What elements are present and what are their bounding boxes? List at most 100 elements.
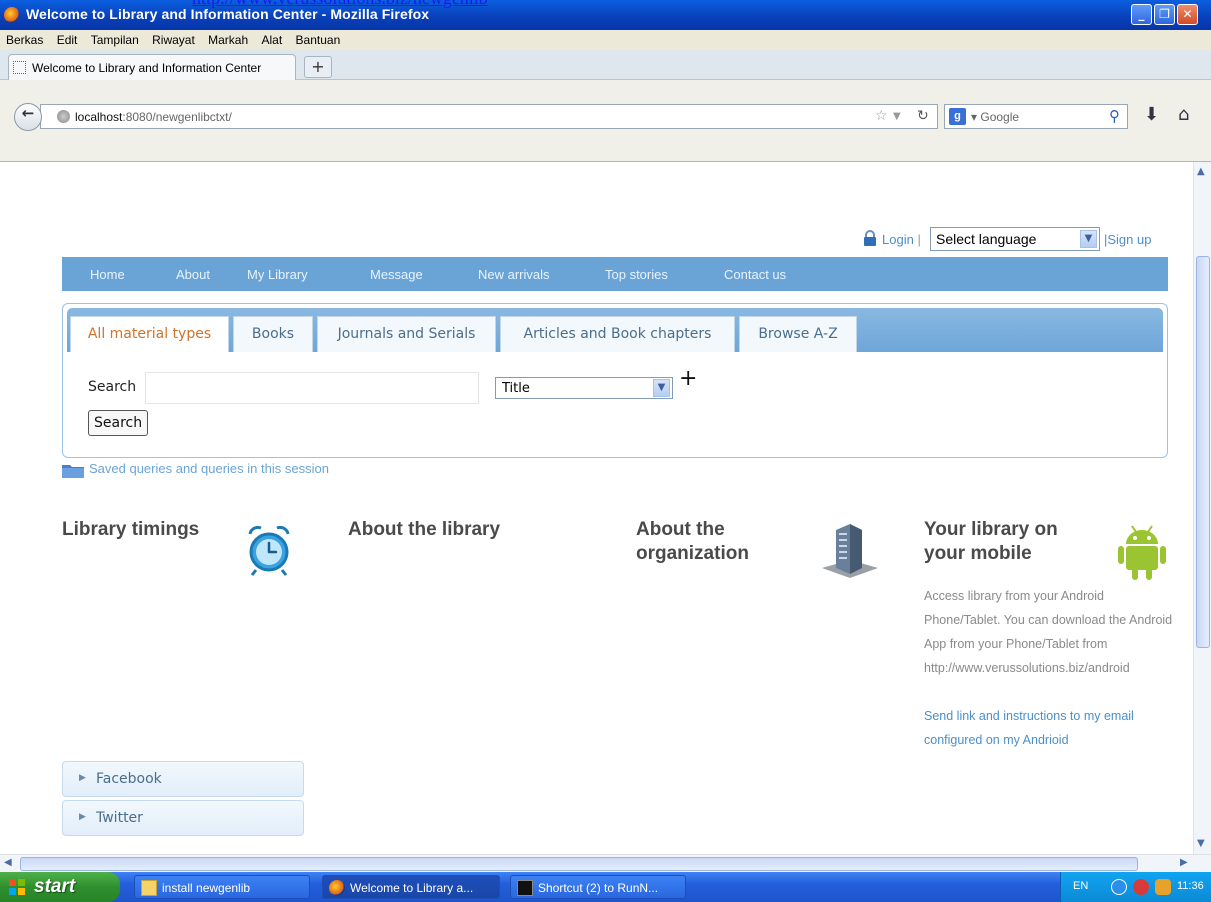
search-panel: All material types Books Journals and Se… (62, 303, 1168, 458)
triangle-right-icon: ▶ (79, 773, 86, 783)
scroll-right-icon[interactable]: ▶ (1180, 857, 1188, 868)
search-input[interactable] (145, 372, 479, 404)
tray-language[interactable]: EN (1073, 880, 1088, 892)
tab-articles-and-book-chapters[interactable]: Articles and Book chapters (500, 316, 735, 352)
search-bar[interactable]: g ▾ Google ⚲ (944, 104, 1128, 129)
folder-icon (141, 880, 157, 896)
scroll-left-icon[interactable]: ◀ (4, 857, 12, 868)
new-tab-button[interactable]: + (304, 56, 332, 78)
start-button[interactable]: start (0, 872, 120, 902)
add-search-field-button[interactable]: + (679, 366, 697, 391)
building-icon (822, 524, 878, 578)
scroll-down-icon[interactable]: ▼ (1197, 838, 1205, 849)
facebook-label: Facebook (96, 771, 162, 787)
menu-berkas[interactable]: Berkas (6, 30, 43, 50)
search-tab-strip: All material types Books Journals and Se… (67, 308, 1163, 352)
chevron-down-icon: ▼ (653, 379, 670, 397)
twitter-label: Twitter (96, 810, 143, 826)
scroll-up-icon[interactable]: ▲ (1197, 166, 1205, 177)
send-link-android[interactable]: Send link and instructions to my email c… (924, 704, 1154, 752)
vertical-scrollbar[interactable]: ▲ ▼ (1193, 162, 1211, 854)
library-mobile-title: Your library on your mobile (924, 519, 1058, 564)
home-icon[interactable]: ⌂ (1178, 104, 1189, 125)
minimize-button[interactable]: _ (1131, 4, 1152, 25)
nav-my-library[interactable]: My Library (247, 267, 308, 282)
twitter-accordion[interactable]: ▶ Twitter (62, 800, 304, 836)
system-tray: EN 11:36 (1060, 872, 1211, 902)
windows-flag-icon (9, 879, 25, 895)
tab-journals-and-serials[interactable]: Journals and Serials (317, 316, 496, 352)
tab-browse-a-z[interactable]: Browse A-Z (739, 316, 857, 352)
back-button[interactable]: ← (14, 103, 42, 131)
scroll-thumb[interactable] (20, 857, 1138, 871)
menu-bantuan[interactable]: Bantuan (296, 30, 341, 50)
maximize-button[interactable]: ❐ (1154, 4, 1175, 25)
tab-books[interactable]: Books (233, 316, 313, 352)
chevron-down-icon: ▼ (1080, 230, 1097, 248)
nav-home[interactable]: Home (90, 267, 125, 282)
search-field-select[interactable]: Title ▼ (495, 377, 673, 399)
task-install-newgenlib[interactable]: install newgenlib (134, 875, 310, 899)
tray-users-icon[interactable] (1155, 879, 1171, 895)
lock-icon (864, 230, 876, 246)
task-firefox[interactable]: Welcome to Library a... (322, 875, 500, 899)
tray-shield-icon[interactable] (1133, 879, 1149, 895)
browser-tab-bar: Welcome to Library and Information Cente… (0, 50, 1211, 80)
url-text: localhost:8080/newgenlibctxt/ (75, 110, 232, 124)
google-icon[interactable]: g (949, 108, 966, 125)
tray-arrow-icon[interactable] (1111, 879, 1127, 895)
android-description: Access library from your Android Phone/T… (924, 589, 1173, 675)
page-content: Login | Select language ▼ |Sign up Home … (0, 162, 1193, 854)
menu-edit[interactable]: Edit (57, 30, 78, 50)
tab-all-material-types[interactable]: All material types (70, 316, 229, 352)
search-button[interactable]: Search (88, 410, 149, 436)
language-select[interactable]: Select language ▼ (930, 227, 1100, 251)
browser-tab-label: Welcome to Library and Information Cente… (32, 61, 262, 75)
console-icon (517, 880, 533, 896)
signup-link[interactable]: |Sign up (1104, 232, 1151, 247)
search-magnifier-icon[interactable]: ⚲ (1109, 107, 1120, 125)
reload-icon[interactable]: ↻ (917, 108, 929, 124)
menu-riwayat[interactable]: Riwayat (152, 30, 195, 50)
menu-markah[interactable]: Markah (208, 30, 248, 50)
browser-tab[interactable]: Welcome to Library and Information Cente… (8, 54, 296, 80)
login-link[interactable]: Login | (882, 232, 921, 247)
nav-top-stories[interactable]: Top stories (605, 267, 668, 282)
nav-new-arrivals[interactable]: New arrivals (478, 267, 550, 282)
menu-alat[interactable]: Alat (262, 30, 283, 50)
language-select-value: Select language (936, 231, 1037, 247)
scroll-thumb[interactable] (1196, 256, 1210, 648)
window-title-bar: Welcome to Library and Information Cente… (0, 0, 1211, 30)
start-label: start (34, 876, 76, 897)
android-icon (1118, 525, 1166, 580)
main-navigation: Home About My Library Message New arriva… (62, 257, 1168, 291)
page-icon (13, 61, 26, 74)
nav-message[interactable]: Message (370, 267, 423, 282)
task-shortcut-run[interactable]: Shortcut (2) to RunN... (510, 875, 686, 899)
navigation-toolbar: localhost:8080/newgenlibctxt/ ☆ ▼ ↻ ← g … (0, 80, 1211, 162)
tray-clock: 11:36 (1177, 880, 1204, 892)
globe-icon (57, 110, 70, 123)
about-library-title: About the library (348, 519, 501, 540)
facebook-accordion[interactable]: ▶ Facebook (62, 761, 304, 797)
search-label: Search (88, 379, 137, 395)
search-engine-label: ▾ Google (971, 110, 1020, 124)
library-timings-title: Library timings (62, 519, 200, 540)
dropdown-arrow-icon[interactable]: ▼ (893, 111, 901, 122)
url-bar[interactable]: localhost:8080/newgenlibctxt/ ☆ ▼ ↻ (40, 104, 938, 129)
nav-about[interactable]: About (176, 267, 210, 282)
horizontal-scrollbar[interactable]: ◀ ▶ (0, 854, 1211, 872)
triangle-right-icon: ▶ (79, 812, 86, 822)
top-url-fragment[interactable]: http://www.verussolutions.biz/newgenlib (192, 0, 488, 9)
close-button[interactable]: ✕ (1177, 4, 1198, 25)
alarm-clock-icon (248, 525, 290, 576)
windows-taskbar: start install newgenlib Welcome to Libra… (0, 872, 1211, 902)
about-organization-title: About the organization (636, 519, 749, 564)
search-field-value: Title (502, 381, 530, 396)
bookmark-star-icon[interactable]: ☆ (875, 108, 888, 124)
menu-tampilan[interactable]: Tampilan (91, 30, 139, 50)
nav-contact-us[interactable]: Contact us (724, 267, 786, 282)
firefox-icon (329, 880, 345, 896)
download-icon[interactable]: ⬇ (1144, 104, 1159, 125)
saved-queries-link[interactable]: Saved queries and queries in this sessio… (89, 461, 329, 476)
